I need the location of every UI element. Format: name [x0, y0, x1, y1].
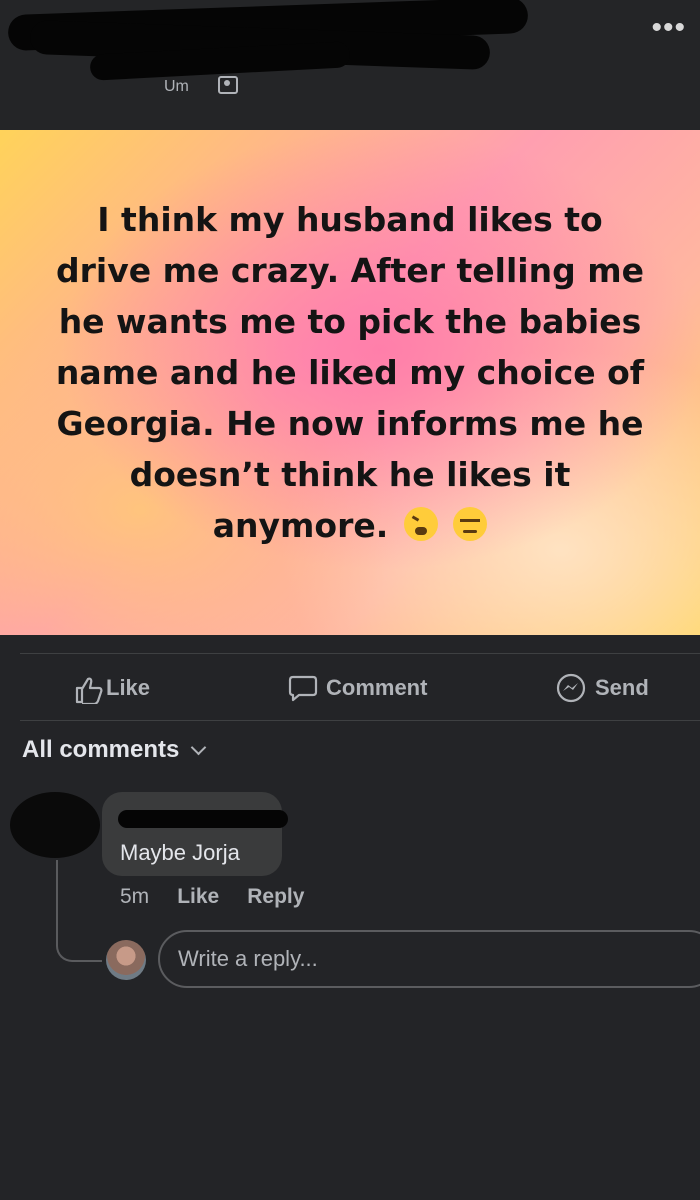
unamused-face-emoji — [453, 507, 488, 541]
comment-time: 5m — [120, 885, 150, 908]
divider — [20, 720, 700, 721]
comment-icon — [288, 674, 318, 702]
comment-label: Comment — [326, 675, 428, 700]
messenger-icon — [555, 672, 587, 704]
more-options-icon[interactable]: ••• — [651, 13, 686, 43]
comment-like-button[interactable]: Like — [177, 885, 219, 909]
comments-filter-label: All comments — [22, 736, 180, 763]
post-content: I think my husband likes to drive me cra… — [0, 130, 700, 635]
chevron-down-icon — [191, 739, 207, 755]
comment-button[interactable]: Comment — [288, 664, 427, 712]
post-actions: Like Comment Send — [0, 664, 700, 712]
redacted-commenter-name — [118, 810, 288, 828]
comment-bubble: Maybe Jorja — [102, 792, 288, 876]
post-text-block: I think my husband likes to drive me cra… — [50, 194, 650, 551]
divider — [20, 653, 700, 654]
post-timestamp: Um — [164, 78, 189, 95]
thread-connector-line — [56, 860, 102, 962]
like-label: Like — [106, 675, 151, 700]
send-label: Send — [595, 675, 649, 700]
commenter-avatar[interactable] — [10, 792, 100, 858]
post-text: I think my husband likes to drive me cra… — [55, 200, 645, 545]
friends-icon — [218, 76, 238, 94]
send-button[interactable]: Send — [555, 664, 649, 712]
thumbs-up-icon — [74, 676, 103, 704]
post-header: Um ••• — [0, 0, 700, 130]
reply-input[interactable] — [158, 930, 700, 988]
comment-reply-button[interactable]: Reply — [247, 885, 304, 909]
comments-filter-dropdown[interactable]: All comments — [22, 736, 207, 764]
comment-meta: 5m Like Reply — [120, 885, 304, 909]
comment-text: Maybe Jorja — [120, 840, 240, 865]
like-button[interactable]: Like — [74, 664, 150, 712]
user-avatar — [106, 940, 146, 980]
tired-face-emoji — [403, 507, 438, 541]
